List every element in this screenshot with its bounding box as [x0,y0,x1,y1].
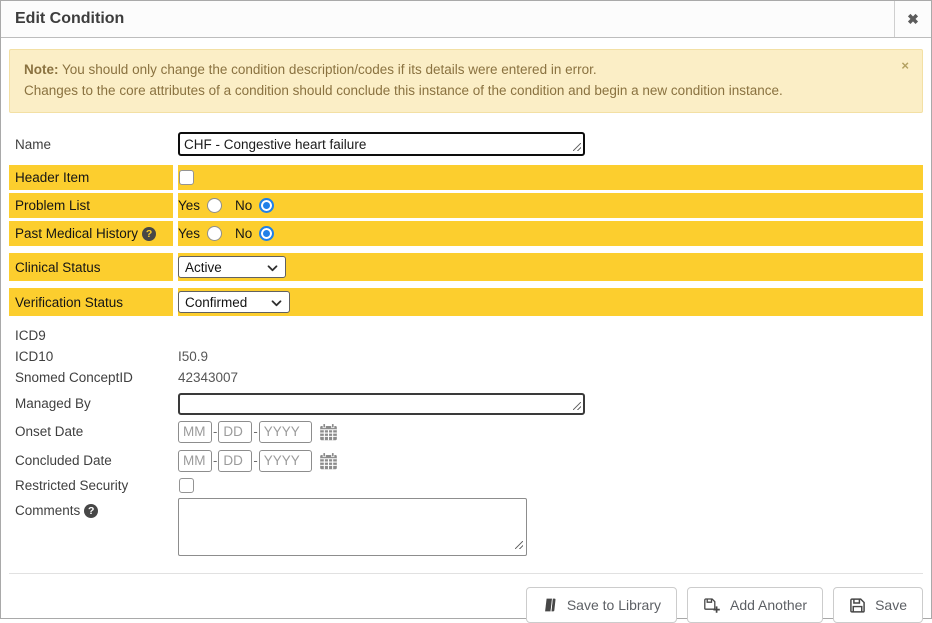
date-separator: - [253,424,257,439]
problem-list-row: Problem List Yes No [9,193,923,218]
verification-status-select[interactable]: Confirmed [178,291,290,313]
icd10-row: ICD10 I50.9 [9,346,923,367]
pmh-yes-radio[interactable] [207,226,222,241]
past-medical-history-row: Past Medical History ? Yes No [9,221,923,246]
verification-status-value: Confirmed [185,295,247,310]
onset-day-input[interactable] [218,421,252,443]
comments-textarea[interactable] [178,498,527,556]
note-prefix: Note: [24,62,59,77]
comments-row: Comments ? [9,498,923,556]
calendar-icon[interactable] [319,452,338,470]
verification-status-label: Verification Status [9,288,173,316]
header-item-row: Header Item [9,165,923,190]
chevron-down-icon [267,260,278,275]
snomed-value: 42343007 [178,370,238,385]
problem-list-yes-label: Yes [178,198,200,213]
save-button[interactable]: Save [833,587,923,623]
managed-by-row: Managed By [9,390,923,417]
name-label: Name [9,131,173,157]
add-another-button[interactable]: Add Another [687,587,823,623]
clinical-status-row: Clinical Status Active [9,253,923,281]
comments-help-icon[interactable]: ? [84,504,98,518]
concluded-day-input[interactable] [218,450,252,472]
concluded-date-label: Concluded Date [9,446,173,475]
condition-form: Name Header Item Problem List Yes No [9,131,923,556]
add-another-label: Add Another [730,597,807,613]
past-medical-history-help-icon[interactable]: ? [142,227,156,241]
name-input[interactable] [178,132,585,156]
name-row: Name [9,131,923,157]
icd9-row: ICD9 [9,325,923,346]
concluded-date-row: Concluded Date - - [9,446,923,475]
date-separator: - [213,453,217,468]
dialog-header: Edit Condition ✖ [1,1,931,38]
comments-label: Comments [15,503,80,518]
save-to-library-button[interactable]: Save to Library [526,587,677,623]
save-icon [849,597,866,614]
date-separator: - [253,453,257,468]
problem-list-yes-radio[interactable] [207,198,222,213]
note-line-2: Changes to the core attributes of a cond… [24,80,888,101]
past-medical-history-label: Past Medical History [15,226,138,241]
dialog-body: Note: You should only change the conditi… [1,38,931,623]
clinical-status-label: Clinical Status [9,253,173,281]
header-item-checkbox[interactable] [179,170,194,185]
save-to-library-label: Save to Library [567,597,661,613]
pmh-yes-label: Yes [178,226,200,241]
edit-condition-dialog: Edit Condition ✖ Note: You should only c… [0,0,932,619]
pmh-no-radio[interactable] [259,226,274,241]
restricted-security-label: Restricted Security [9,475,173,496]
clinical-status-value: Active [185,260,222,275]
calendar-icon[interactable] [319,423,338,441]
close-icon: ✖ [907,11,919,28]
icd9-label: ICD9 [9,325,173,346]
save-plus-icon [703,597,721,614]
onset-date-row: Onset Date - - [9,417,923,446]
note-banner: Note: You should only change the conditi… [9,49,923,113]
onset-date-label: Onset Date [9,417,173,446]
note-dismiss-icon[interactable]: × [901,59,909,72]
pmh-no-label: No [235,226,252,241]
date-separator: - [213,424,217,439]
chevron-down-icon [271,295,282,310]
clinical-status-select[interactable]: Active [178,256,286,278]
header-item-label: Header Item [9,165,173,190]
verification-status-row: Verification Status Confirmed [9,288,923,316]
save-label: Save [875,597,907,613]
restricted-security-row: Restricted Security [9,475,923,496]
onset-year-input[interactable] [259,421,312,443]
managed-by-label: Managed By [9,390,173,417]
onset-month-input[interactable] [178,421,212,443]
dialog-title: Edit Condition [1,1,894,37]
dialog-footer: Save to Library Add Another Save [9,574,923,623]
close-button[interactable]: ✖ [894,1,931,37]
problem-list-no-radio[interactable] [259,198,274,213]
snomed-label: Snomed ConceptID [9,367,173,388]
concluded-month-input[interactable] [178,450,212,472]
concluded-year-input[interactable] [259,450,312,472]
note-line-1: Note: You should only change the conditi… [24,59,888,80]
icd10-value: I50.9 [178,349,208,364]
problem-list-label: Problem List [9,193,173,218]
problem-list-no-label: No [235,198,252,213]
icd10-label: ICD10 [9,346,173,367]
book-icon [542,597,558,613]
restricted-security-checkbox[interactable] [179,478,194,493]
managed-by-input[interactable] [178,393,585,415]
snomed-row: Snomed ConceptID 42343007 [9,367,923,388]
